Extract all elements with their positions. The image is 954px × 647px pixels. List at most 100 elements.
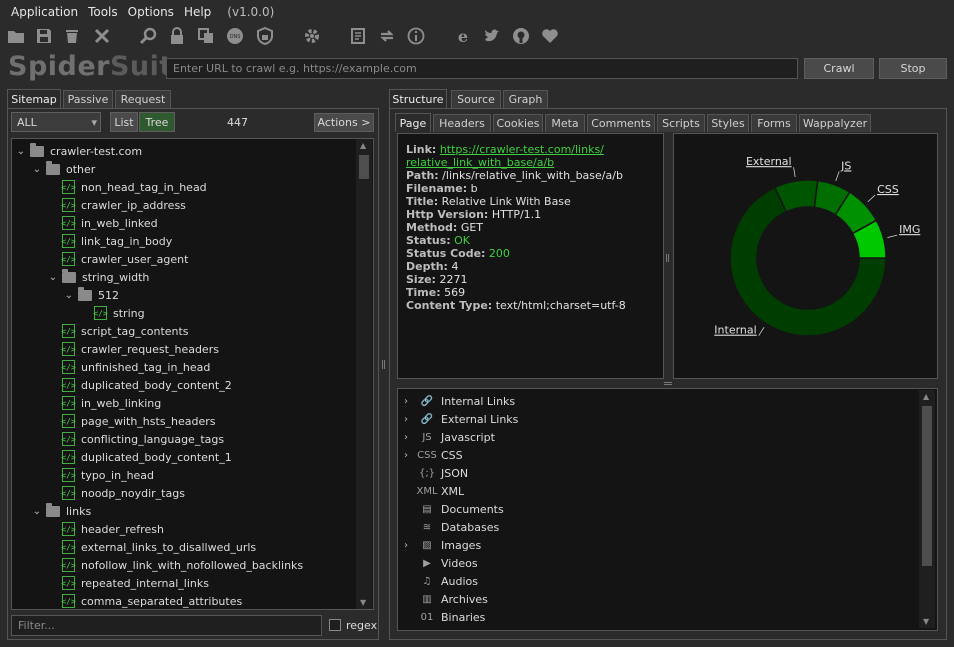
chevron-right-icon[interactable]: › xyxy=(404,432,416,443)
resource-row[interactable]: XML XML xyxy=(404,482,464,500)
tree-file[interactable]: </> comma_separated_attributes xyxy=(48,592,242,609)
chevron-down-icon[interactable]: ⌄ xyxy=(32,164,42,175)
resource-row[interactable]: ♫ Audios xyxy=(404,572,478,590)
view-list-button[interactable]: List xyxy=(110,112,138,132)
resource-row[interactable]: › 🔗 External Links xyxy=(404,410,518,428)
tree-file[interactable]: </> typo_in_head xyxy=(48,466,154,484)
subtab-headers[interactable]: Headers xyxy=(433,114,491,132)
tab-passive[interactable]: Passive xyxy=(63,90,113,108)
heart-icon[interactable] xyxy=(540,26,560,46)
internet-explorer-icon[interactable]: e xyxy=(453,26,473,46)
info-link-url-line1[interactable]: https://crawler-test.com/links/ xyxy=(440,143,604,156)
resource-row[interactable]: › CSS CSS xyxy=(404,446,463,464)
resource-row[interactable]: ≋ Databases xyxy=(404,518,499,536)
dns-icon[interactable]: DNS xyxy=(225,26,245,46)
resource-row[interactable]: ▥ Archives xyxy=(404,590,488,608)
tab-graph[interactable]: Graph xyxy=(503,90,548,108)
subtab-comments[interactable]: Comments xyxy=(587,114,655,132)
tree-folder[interactable]: ⌄ other xyxy=(32,160,95,178)
tree-folder[interactable]: ⌄ 512 xyxy=(64,286,119,304)
vertical-splitter-handle[interactable] xyxy=(382,360,385,369)
tab-structure[interactable]: Structure xyxy=(389,89,447,108)
info-link-url-line2[interactable]: relative_link_with_base/a/b xyxy=(406,156,554,169)
twitter-icon[interactable] xyxy=(482,26,502,46)
tree-file[interactable]: </> page_with_hsts_headers xyxy=(48,412,216,430)
chevron-right-icon[interactable]: › xyxy=(404,540,416,551)
lock-icon[interactable] xyxy=(167,26,187,46)
tab-source[interactable]: Source xyxy=(451,90,501,108)
tree-folder[interactable]: ⌄ crawler-test.com xyxy=(16,142,142,160)
menu-application[interactable]: Application xyxy=(6,5,83,19)
tree-file[interactable]: </> crawler_request_headers xyxy=(48,340,219,358)
save-icon[interactable] xyxy=(34,26,54,46)
tree-folder[interactable]: ⌄ string_width xyxy=(48,268,149,286)
menu-options[interactable]: Options xyxy=(123,5,179,19)
tree-scroll-thumb[interactable] xyxy=(359,155,369,179)
close-icon[interactable] xyxy=(92,26,112,46)
tree-file[interactable]: </> external_links_to_disallwed_urls xyxy=(48,538,256,556)
chevron-down-icon[interactable]: ⌄ xyxy=(48,272,58,283)
tree-file[interactable]: </> in_web_linking xyxy=(48,394,161,412)
chevron-down-icon[interactable]: ⌄ xyxy=(64,290,74,301)
menu-help[interactable]: Help xyxy=(179,5,216,19)
url-input[interactable]: Enter URL to crawl e.g. https://example.… xyxy=(166,58,798,79)
notes-icon[interactable] xyxy=(348,26,368,46)
tree-file[interactable]: </> unfinished_tag_in_head xyxy=(48,358,210,376)
resource-row[interactable]: › 🔗 Internal Links xyxy=(404,392,515,410)
tree-folder[interactable]: ⌄ links xyxy=(32,502,91,520)
trash-icon[interactable] xyxy=(62,26,82,46)
open-folder-icon[interactable] xyxy=(6,26,26,46)
chevron-right-icon[interactable]: › xyxy=(404,450,416,461)
tree-file[interactable]: </> duplicated_body_content_1 xyxy=(48,448,232,466)
stop-button[interactable]: Stop xyxy=(879,58,947,79)
tab-request[interactable]: Request xyxy=(115,90,171,108)
horizontal-splitter-handle[interactable] xyxy=(664,382,672,385)
tree-file[interactable]: </> nofollow_link_with_nofollowed_backlin… xyxy=(48,556,303,574)
res-scroll-down-icon[interactable]: ▼ xyxy=(923,617,929,626)
tree-file[interactable]: </> crawler_ip_address xyxy=(48,196,186,214)
chevron-right-icon[interactable]: › xyxy=(404,414,416,425)
chevron-down-icon[interactable]: ⌄ xyxy=(16,146,26,157)
regex-checkbox[interactable] xyxy=(329,619,341,631)
shield-icon[interactable] xyxy=(255,26,275,46)
resource-row[interactable]: 01 Binaries xyxy=(404,608,486,626)
info-icon[interactable] xyxy=(406,26,426,46)
tree-file[interactable]: </> string xyxy=(80,304,145,322)
refresh-icon[interactable] xyxy=(377,26,397,46)
filter-input[interactable]: Filter... xyxy=(11,615,322,636)
tree-file[interactable]: </> crawler_user_agent xyxy=(48,250,188,268)
chevron-down-icon[interactable]: ⌄ xyxy=(32,506,42,517)
scroll-up-icon[interactable]: ▲ xyxy=(360,141,366,150)
tree-file[interactable]: </> duplicated_body_content_2 xyxy=(48,376,232,394)
subtab-cookies[interactable]: Cookies xyxy=(493,114,543,132)
res-scroll-up-icon[interactable]: ▲ xyxy=(923,392,929,401)
tree-file[interactable]: </> non_head_tag_in_head xyxy=(48,178,207,196)
github-icon[interactable] xyxy=(511,26,531,46)
tree-file[interactable]: </> in_web_linked xyxy=(48,214,158,232)
actions-button[interactable]: Actions > xyxy=(314,113,374,132)
subtab-meta[interactable]: Meta xyxy=(545,114,585,132)
view-tree-button[interactable]: Tree xyxy=(139,112,175,132)
resource-row[interactable]: › ▨ Images xyxy=(404,536,481,554)
resources-scroll-thumb[interactable] xyxy=(922,406,932,566)
crawl-button[interactable]: Crawl xyxy=(804,58,874,79)
resource-row[interactable]: {;} JSON xyxy=(404,464,468,482)
subtab-page[interactable]: Page xyxy=(395,113,431,132)
resource-row[interactable]: ▶ Videos xyxy=(404,554,477,572)
filter-select[interactable]: ALL ▾ xyxy=(11,112,101,132)
copy-icon[interactable] xyxy=(196,26,216,46)
subtab-forms[interactable]: Forms xyxy=(751,114,797,132)
tree-file[interactable]: </> noodp_noydir_tags xyxy=(48,484,185,502)
gear-icon[interactable] xyxy=(302,26,322,46)
subtab-styles[interactable]: Styles xyxy=(707,114,749,132)
tree-file[interactable]: </> header_refresh xyxy=(48,520,164,538)
resource-row[interactable]: ▤ Documents xyxy=(404,500,503,518)
resources-scrollbar[interactable]: ▲ ▼ xyxy=(919,390,935,628)
resource-row[interactable]: › JS Javascript xyxy=(404,428,495,446)
subtab-scripts[interactable]: Scripts xyxy=(657,114,705,132)
tree-scrollbar[interactable]: ▲ ▼ xyxy=(356,139,372,609)
tree-file[interactable]: </> conflicting_language_tags xyxy=(48,430,224,448)
search-icon[interactable] xyxy=(138,26,158,46)
subtab-wappalyzer[interactable]: Wappalyzer xyxy=(799,114,871,132)
menu-tools[interactable]: Tools xyxy=(83,5,123,19)
